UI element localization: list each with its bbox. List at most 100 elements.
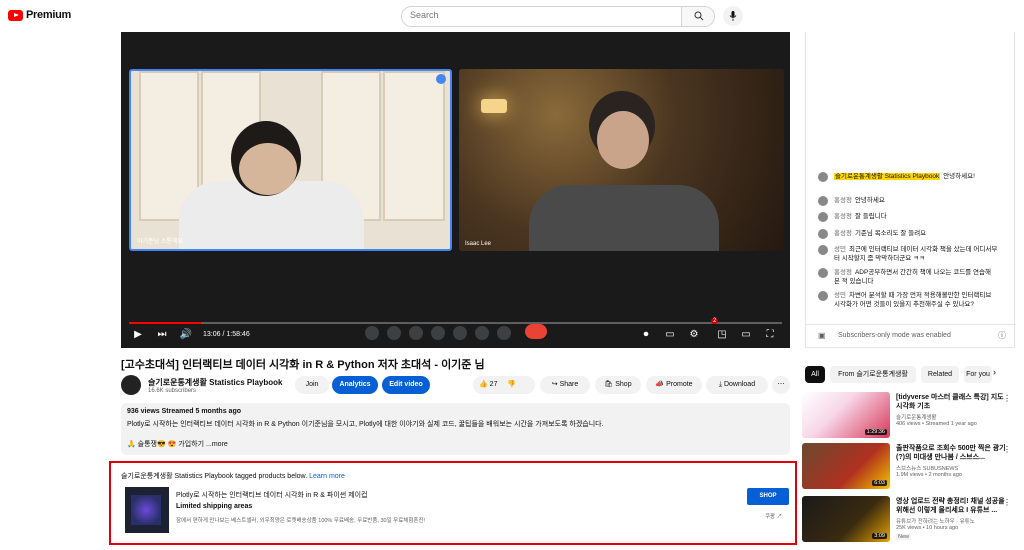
- chat-message: 홍성정 ADP공부하면서 간간히 책에 나오는 코드를 연습해 본 적 있습니다: [818, 268, 998, 286]
- product-shop-button[interactable]: SHOP: [747, 488, 789, 505]
- chat-message: 홍성정 잘 들립니다: [818, 212, 998, 222]
- chat-author-name: 성민: [834, 292, 846, 299]
- channel-avatar[interactable]: [121, 375, 141, 395]
- recommended-video[interactable]: 3:09 영상 업로드 전략 총정리! 채널 성공을 위해선 이렇게 올리세요 …: [802, 496, 1017, 542]
- share-label: Share: [559, 381, 579, 388]
- next-button[interactable]: ⏭: [155, 329, 169, 340]
- recommended-video[interactable]: 1:29:36 [tidyverse 마스터 클래스 특강] 지도 시각화 기초…: [802, 392, 1017, 438]
- book-cover-art: [131, 495, 161, 525]
- meet-present-button: [453, 326, 467, 340]
- masthead: Premium: [0, 0, 1024, 32]
- chat-message-body: 성민 최근에 인터랙티브 데이터 시각화 책을 샀는데 어디서부터 시작할지 좀 …: [834, 245, 998, 263]
- time-display: 13:06 / 1:58:46: [203, 331, 250, 338]
- product-shelf-header: 슬기로운통계생활 Statistics Playbook tagged prod…: [121, 471, 345, 481]
- chat-message: 성민 최근에 인터랙티브 데이터 시각화 책을 샀는데 어디서부터 시작할지 좀 …: [818, 245, 998, 263]
- thumbs-up-icon[interactable]: 👍: [479, 381, 488, 388]
- chat-message-body: 홍성정 기준님 목소리도 잘 들려요: [834, 229, 998, 238]
- chat-author-name: 슬기로운통계생활 Statistics Playbook: [834, 173, 941, 180]
- fullscreen-button[interactable]: ⛶: [763, 329, 777, 340]
- chat-author-avatar: [818, 196, 828, 206]
- lamp: [481, 99, 507, 113]
- more-options-icon[interactable]: ⋮: [1003, 498, 1011, 507]
- video-title: 출판작품으로 조회수 500만 찍은 광기(?)의 미대생 만나봄 / 스브스.…: [896, 445, 1006, 461]
- more-options-icon[interactable]: ⋮: [1003, 394, 1011, 403]
- product-thumbnail[interactable]: [125, 487, 169, 533]
- recommended-video[interactable]: 6:03 출판작품으로 조회수 500만 찍은 광기(?)의 미대생 만나봄 /…: [802, 443, 1017, 489]
- video-duration: 6:03: [872, 480, 887, 486]
- chip-from-channel[interactable]: From 슬기로운통계생활: [830, 366, 916, 383]
- chat-message-body: 홍성정 잘 들립니다: [834, 212, 998, 221]
- subscriber-count: 16.6K subscribers: [148, 388, 197, 394]
- person-face: [597, 111, 649, 169]
- meet-mic-button: [365, 326, 379, 340]
- description-tags: 🙏 슬통쟁😎 😍 가입하기 ...more: [127, 441, 228, 448]
- share-button[interactable]: ↪ Share: [540, 376, 590, 394]
- edit-video-button[interactable]: Edit video: [382, 376, 430, 394]
- subtitles-button[interactable]: ▭: [663, 329, 677, 340]
- thumbs-down-icon[interactable]: 👎: [507, 381, 516, 388]
- logo-text: Premium: [26, 9, 71, 21]
- shop-button[interactable]: 🛍 Shop: [595, 376, 641, 394]
- progress-bar[interactable]: [129, 322, 782, 324]
- chat-author-avatar: [818, 212, 828, 222]
- meet-more-button: [497, 326, 511, 340]
- miniplayer-button[interactable]: ◳: [715, 329, 729, 340]
- video-meta: 1.9M views • 2 months ago: [896, 472, 962, 478]
- chat-message-text: 안녕하세요: [854, 197, 885, 204]
- video-duration: 3:09: [872, 533, 887, 539]
- product-title[interactable]: Plotly로 시작하는 인터랙티브 데이터 시각화 in R & 파이썬 제이…: [176, 490, 367, 500]
- chat-author-name: 성민: [834, 246, 846, 253]
- speaking-indicator-icon: [436, 74, 446, 84]
- chip-related[interactable]: Related: [921, 366, 959, 383]
- more-options-icon[interactable]: ⋮: [1003, 445, 1011, 454]
- participant-video-left: 이기준님 소통해요: [129, 69, 452, 251]
- analytics-button[interactable]: Analytics: [332, 376, 378, 394]
- chip-all[interactable]: All: [805, 366, 825, 383]
- more-actions-button[interactable]: ⋯: [772, 376, 790, 394]
- play-button[interactable]: ▶: [131, 329, 145, 340]
- like-dislike-group: 👍 27 👎: [473, 376, 535, 394]
- bookshelf: [383, 71, 445, 221]
- promote-label: Promote: [666, 381, 693, 388]
- chip-for-you[interactable]: For you: [964, 366, 992, 383]
- volume-button[interactable]: 🔊: [179, 329, 193, 340]
- help-icon[interactable]: ⓘ: [998, 330, 1006, 341]
- search-box: [401, 6, 715, 27]
- search-button[interactable]: [681, 7, 714, 26]
- join-button[interactable]: Join: [295, 376, 329, 394]
- theater-mode-button[interactable]: ▭: [739, 329, 753, 340]
- progress-bar-fill: [129, 322, 201, 324]
- video-title: [tidyverse 마스터 클래스 특강] 지도 시각화 기초: [896, 394, 1004, 410]
- youtube-premium-logo[interactable]: Premium: [8, 9, 71, 21]
- learn-more-link[interactable]: Learn more: [309, 473, 345, 480]
- download-button[interactable]: ⤓ Download: [706, 376, 768, 394]
- chat-mode-notice: Subscribers-only mode was enabled ▣ ⓘ: [806, 324, 1016, 341]
- channel-name[interactable]: 슬기로운통계생활 Statistics Playbook: [148, 377, 282, 388]
- product-shelf-title: 슬기로운통계생활 Statistics Playbook tagged prod…: [121, 473, 308, 480]
- chat-message-body: 홍성정 ADP공부하면서 간간히 책에 나오는 코드를 연습해 본 적 있습니다: [834, 268, 998, 286]
- autoplay-toggle[interactable]: ⏺: [639, 329, 653, 340]
- description-box[interactable]: 936 views Streamed 5 months ago Plotly로 …: [121, 403, 790, 455]
- share-icon: ↪: [551, 381, 560, 388]
- chat-author-avatar: [818, 172, 828, 182]
- meet-camera-button: [387, 326, 401, 340]
- person-face: [239, 143, 297, 195]
- person-body: [529, 185, 719, 251]
- chips-next-button[interactable]: ›: [993, 367, 996, 377]
- shop-label: Shop: [615, 381, 632, 388]
- voice-search-button[interactable]: [723, 6, 743, 26]
- video-channel: 슬기로운통계생활: [896, 415, 937, 421]
- search-input[interactable]: [410, 10, 680, 20]
- chat-message-text: 안녕하세요!: [943, 173, 975, 180]
- chat-info-icon: ▣: [818, 331, 826, 340]
- settings-icon[interactable]: ⚙: [687, 329, 701, 340]
- video-player[interactable]: 이기준님 소통해요 Isaac Lee ▶ ⏭ 🔊 13:06 / 1:58:4…: [121, 32, 790, 348]
- chat-author-avatar: [818, 268, 828, 278]
- chat-mode-text: Subscribers-only mode was enabled: [838, 332, 951, 339]
- participant-name: 이기준님 소통해요: [137, 239, 183, 245]
- chat-author-name: 홍성정: [834, 269, 852, 276]
- shipping-notice: Limited shipping areas: [176, 503, 253, 510]
- store-label: 쿠팡 ↗: [765, 512, 782, 520]
- like-count: 27: [489, 381, 498, 388]
- promote-button[interactable]: 📣 Promote: [646, 376, 702, 394]
